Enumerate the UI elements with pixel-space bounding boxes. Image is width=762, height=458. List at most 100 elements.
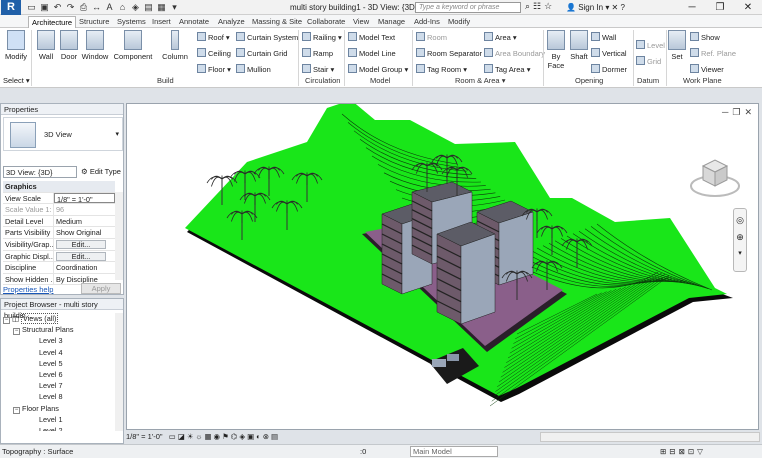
select-dropdown[interactable]: Select ▾: [3, 76, 30, 85]
by-face-button[interactable]: By Face: [545, 30, 567, 70]
tree-item-level[interactable]: Level 4: [3, 347, 74, 358]
save-icon[interactable]: ▣: [39, 2, 50, 13]
view-minimize-icon[interactable]: ─: [722, 107, 728, 118]
model-line-button[interactable]: Model Line: [348, 48, 396, 58]
model-text-button[interactable]: Model Text: [348, 32, 395, 42]
tab-annotate[interactable]: Annotate: [176, 16, 212, 28]
zoom-icon[interactable]: ⊕: [734, 232, 746, 243]
shaft-button[interactable]: Shaft: [568, 30, 590, 61]
ramp-button[interactable]: Ramp: [302, 48, 333, 58]
level-button[interactable]: Level: [636, 40, 665, 50]
print-icon[interactable]: ⎙: [78, 2, 89, 13]
properties-help-link[interactable]: Properties help: [3, 285, 53, 294]
selection-filter-icons[interactable]: ⊞⊟⊠⊡▽: [660, 445, 706, 458]
mullion-button[interactable]: Mullion: [236, 64, 271, 74]
section-icon[interactable]: ◈: [130, 2, 141, 13]
view-close-icon[interactable]: ✕: [744, 107, 752, 118]
browser-scrollbar[interactable]: [115, 313, 123, 431]
edit-type-button[interactable]: ⚙ Edit Type: [81, 167, 121, 176]
subscription-icon[interactable]: ☷: [533, 1, 541, 12]
model-group-button[interactable]: Model Group ▾: [348, 64, 408, 74]
show-workplane-button[interactable]: Show: [690, 32, 720, 42]
tree-item-level[interactable]: Level 2: [3, 425, 74, 431]
3d-view-icon[interactable]: ⌂: [117, 2, 128, 13]
tree-item-structural-plans[interactable]: − Structural Plans: [3, 324, 74, 336]
open-icon[interactable]: ▭: [26, 2, 37, 13]
wall-opening-button[interactable]: Wall: [591, 32, 616, 42]
tree-item-level[interactable]: Level 8: [3, 391, 74, 402]
tab-collaborate[interactable]: Collaborate: [304, 16, 348, 28]
undo-icon[interactable]: ↶: [52, 2, 63, 13]
wall-button[interactable]: Wall: [35, 30, 57, 61]
tab-view[interactable]: View: [350, 16, 372, 28]
view-control-icons[interactable]: ▭◪☀☼▦◉⚑⌬◈▣◐⊗▤: [169, 432, 280, 441]
active-model-dropdown[interactable]: Main Model: [410, 446, 498, 457]
tree-item-level[interactable]: Level 3: [3, 335, 74, 346]
text-icon[interactable]: A: [104, 2, 115, 13]
collapse-icon[interactable]: −: [13, 328, 20, 336]
measure-icon[interactable]: ↔: [91, 2, 102, 13]
graphic-display-edit-button[interactable]: Edit...: [56, 251, 106, 261]
properties-scrollbar[interactable]: [115, 192, 123, 280]
viewer-button[interactable]: Viewer: [690, 64, 724, 74]
steering-wheel-icon[interactable]: ◎: [734, 215, 746, 226]
curtain-grid-button[interactable]: Curtain Grid: [236, 48, 287, 58]
tree-item-level[interactable]: Level 6: [3, 369, 74, 380]
tab-massing-site[interactable]: Massing & Site: [249, 16, 305, 28]
close-hidden-icon[interactable]: ▤: [143, 2, 154, 13]
set-workplane-button[interactable]: Set: [668, 30, 686, 61]
grid-button[interactable]: Grid: [636, 56, 661, 66]
sign-in-button[interactable]: 👤 Sign In ▾ ✕ ?: [566, 3, 625, 12]
tab-manage[interactable]: Manage: [375, 16, 408, 28]
dormer-button[interactable]: Dormer: [591, 64, 627, 74]
view-restore-icon[interactable]: ❐: [732, 107, 740, 118]
discipline-field[interactable]: Coordination: [54, 262, 115, 273]
close-icon[interactable]: ✕: [734, 0, 762, 15]
railing-button[interactable]: Railing ▾: [302, 32, 342, 42]
collapse-icon[interactable]: −: [13, 406, 20, 414]
minimize-icon[interactable]: ─: [678, 0, 706, 15]
window-button[interactable]: Window: [80, 30, 110, 61]
area-boundary-button[interactable]: Area Boundary: [484, 48, 545, 58]
search-icon[interactable]: ⌕: [525, 1, 530, 12]
type-selector[interactable]: 3D View ▾: [3, 117, 123, 151]
tree-item-level[interactable]: Level 7: [3, 380, 74, 391]
component-button[interactable]: Component: [112, 30, 154, 61]
tag-room-button[interactable]: Tag Room ▾: [416, 64, 467, 74]
stair-button[interactable]: Stair ▾: [302, 64, 334, 74]
viewcube[interactable]: [689, 148, 741, 200]
tab-insert[interactable]: Insert: [149, 16, 174, 28]
tree-item-views-all[interactable]: − ◫ Views (all): [3, 313, 74, 324]
ref-plane-button[interactable]: Ref. Plane: [690, 48, 736, 58]
tab-analyze[interactable]: Analyze: [215, 16, 248, 28]
visibility-edit-button[interactable]: Edit...: [56, 239, 106, 249]
navigation-bar[interactable]: ◎ ⊕ ▾: [733, 208, 747, 272]
revit-logo[interactable]: R: [1, 0, 21, 15]
modify-button[interactable]: Modify: [4, 30, 28, 61]
roof-button[interactable]: Roof ▾: [197, 32, 230, 42]
collapse-icon[interactable]: −: [3, 317, 10, 324]
room-button[interactable]: Room: [416, 32, 447, 42]
view-scale-field[interactable]: 1/8" = 1'-0": [54, 192, 115, 204]
instance-filter-dropdown[interactable]: 3D View: {3D}: [3, 166, 77, 178]
search-input[interactable]: Type a keyword or phrase: [415, 2, 521, 13]
qat-dropdown-icon[interactable]: ▾: [169, 2, 180, 13]
parts-visibility-field[interactable]: Show Original: [54, 227, 115, 238]
favorite-icon[interactable]: ☆: [544, 1, 552, 12]
tab-architecture[interactable]: Architecture: [28, 16, 77, 28]
horizontal-scrollbar[interactable]: [540, 432, 760, 442]
redo-icon[interactable]: ↷: [65, 2, 76, 13]
door-button[interactable]: Door: [59, 30, 79, 61]
ceiling-button[interactable]: Ceiling: [197, 48, 231, 58]
area-button[interactable]: Area ▾: [484, 32, 517, 42]
column-button[interactable]: Column: [160, 30, 190, 61]
tag-area-button[interactable]: Tag Area ▾: [484, 64, 530, 74]
floor-button[interactable]: Floor ▾: [197, 64, 231, 74]
tree-item-floor-plans[interactable]: − Floor Plans: [3, 403, 74, 414]
detail-level-field[interactable]: Medium: [54, 216, 115, 227]
tab-structure[interactable]: Structure: [76, 16, 112, 28]
curtain-system-button[interactable]: Curtain System: [236, 32, 298, 42]
properties-group-graphics[interactable]: Graphics: [3, 181, 115, 193]
tab-add-ins[interactable]: Add-Ins: [411, 16, 443, 28]
navbar-dropdown-icon[interactable]: ▾: [734, 249, 746, 257]
